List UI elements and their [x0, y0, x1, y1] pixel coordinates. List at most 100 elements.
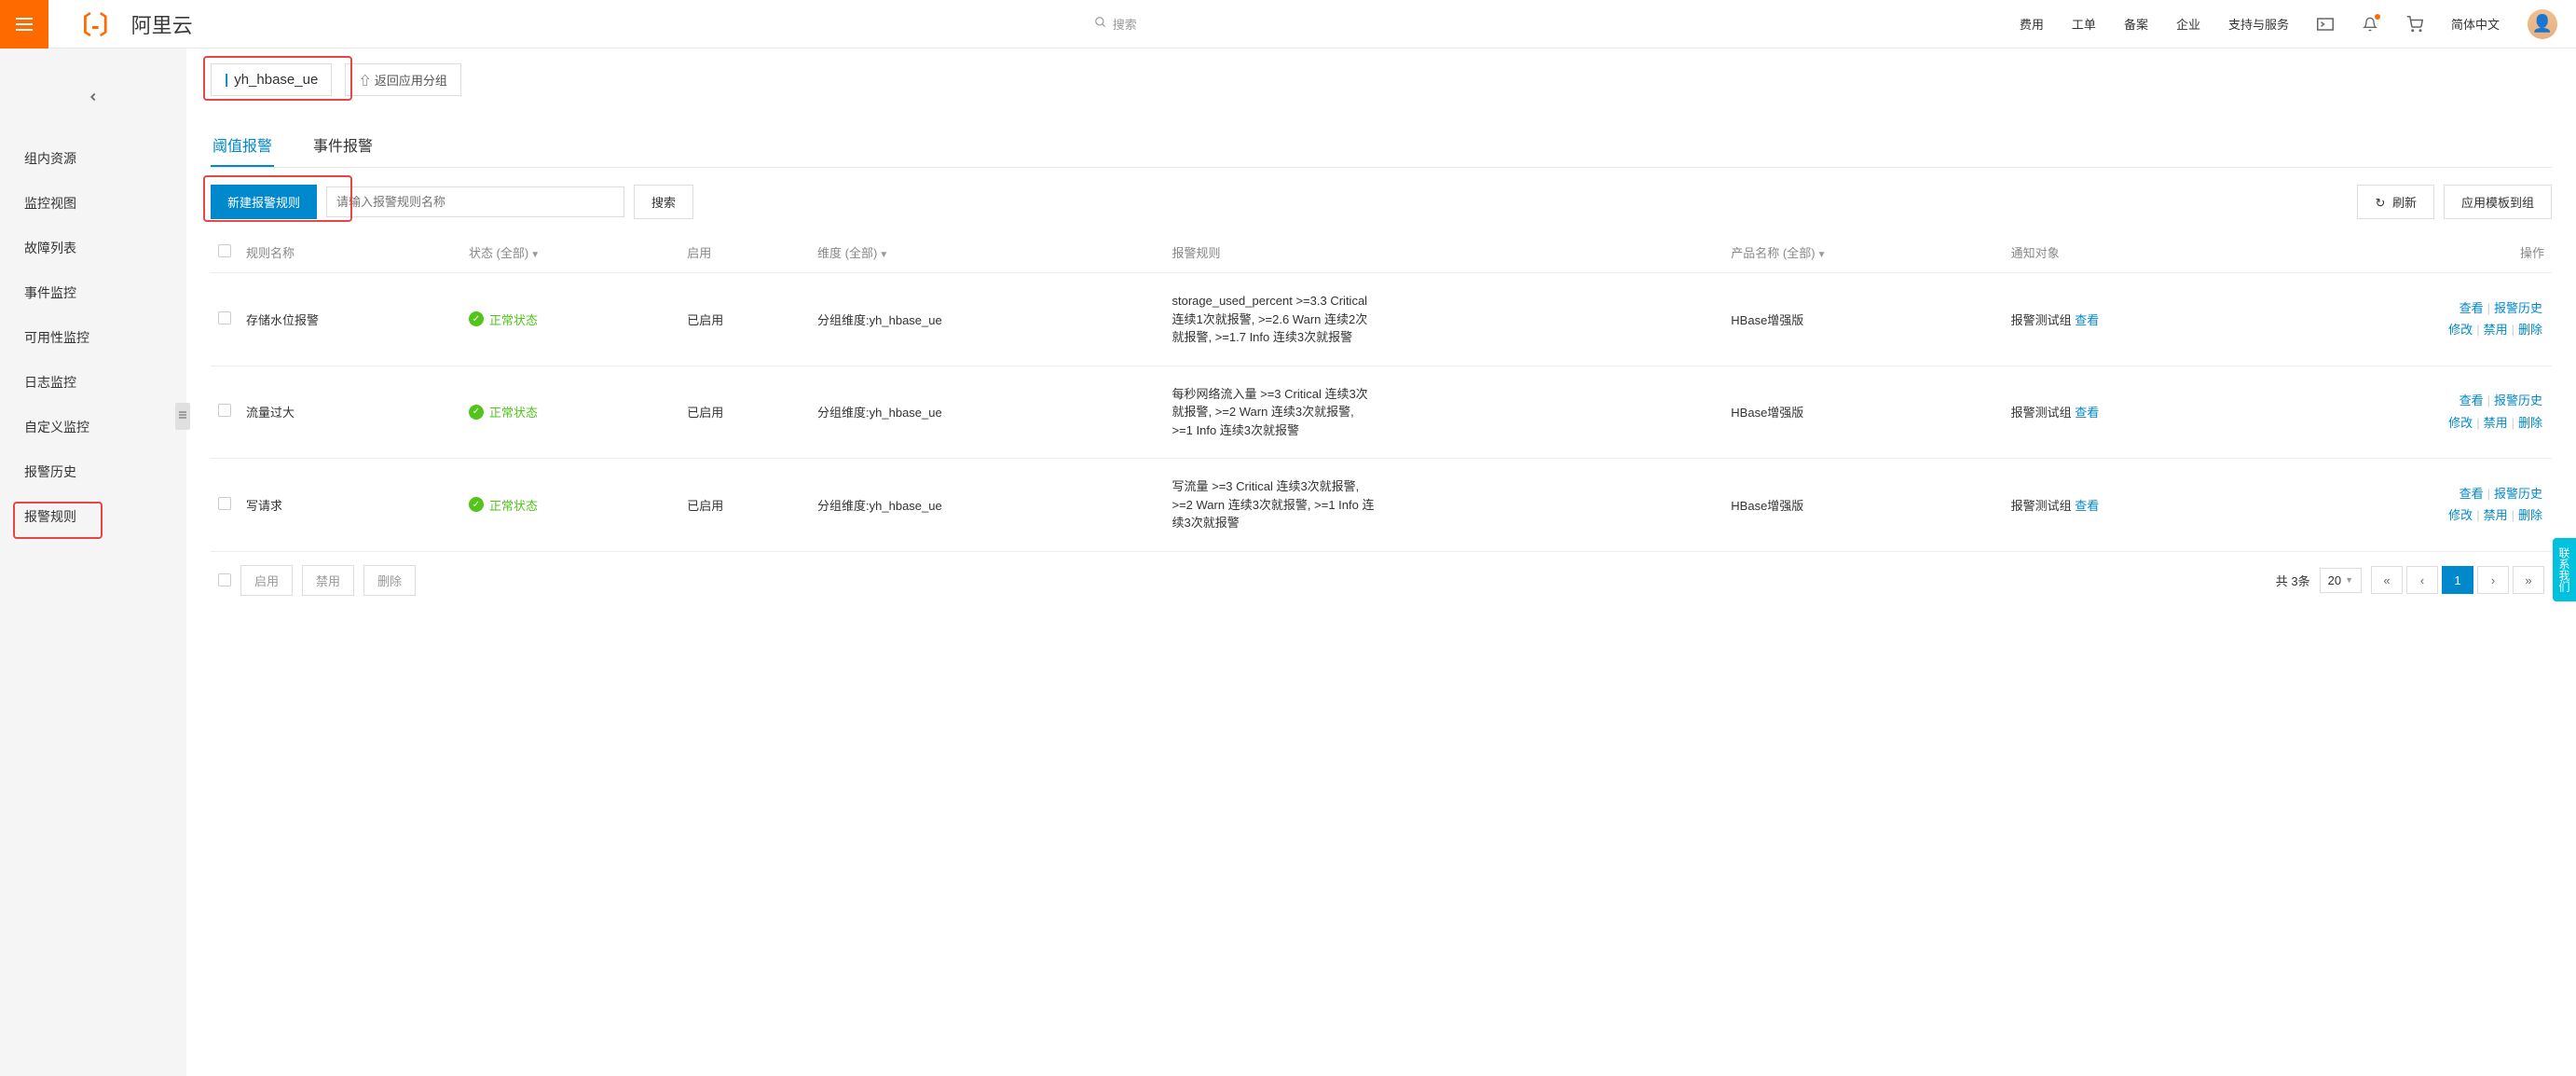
avatar[interactable]: 👤	[2528, 9, 2557, 39]
row-checkbox[interactable]	[218, 497, 231, 510]
apply-template-button[interactable]: 应用模板到组	[2444, 185, 2552, 219]
sidebar-item-availability[interactable]: 可用性监控	[0, 315, 186, 360]
search-button[interactable]: 搜索	[634, 185, 693, 219]
cursor-bar: |	[225, 72, 228, 88]
cell-enabled: 已启用	[679, 459, 810, 552]
page-size-select[interactable]: 20 ▼	[2320, 568, 2362, 593]
action-view[interactable]: 查看	[2460, 487, 2484, 501]
sidebar-back[interactable]	[0, 76, 186, 136]
nav-icp[interactable]: 备案	[2124, 15, 2148, 33]
view-notify-link[interactable]: 查看	[2075, 313, 2099, 327]
logo-text: 阿里云	[131, 9, 193, 39]
nav-billing[interactable]: 费用	[2020, 15, 2044, 33]
action-delete[interactable]: 删除	[2518, 416, 2542, 430]
action-disable[interactable]: 禁用	[2484, 416, 2508, 430]
page-size-value: 20	[2328, 573, 2341, 587]
logo[interactable]: 〔-〕 阿里云	[48, 7, 212, 41]
console-icon[interactable]	[2317, 16, 2334, 33]
sidebar-item-monitor[interactable]: 监控视图	[0, 181, 186, 226]
feedback-tab[interactable]: 联系我们	[2553, 538, 2576, 601]
action-history[interactable]: 报警历史	[2494, 393, 2542, 407]
action-history[interactable]: 报警历史	[2494, 301, 2542, 315]
row-checkbox[interactable]	[218, 404, 231, 417]
cart-icon[interactable]	[2406, 16, 2423, 33]
cell-dimension: 分组维度:yh_hbase_ue	[810, 366, 1164, 459]
cell-dimension: 分组维度:yh_hbase_ue	[810, 459, 1164, 552]
col-product[interactable]: 产品名称 (全部)▼	[1723, 232, 2003, 273]
cell-enabled: 已启用	[679, 366, 810, 459]
footer-select-all-checkbox[interactable]	[218, 573, 231, 586]
row-checkbox[interactable]	[218, 311, 231, 324]
pager-prev[interactable]: ‹	[2406, 566, 2438, 594]
view-notify-link[interactable]: 查看	[2075, 499, 2099, 513]
cell-actions: 查看|报警历史 修改|禁用|删除	[2266, 273, 2552, 366]
nav-enterprise[interactable]: 企业	[2176, 15, 2200, 33]
pager: « ‹ 1 › »	[2371, 566, 2544, 594]
status-text: 正常状态	[489, 310, 538, 328]
select-all-checkbox[interactable]	[218, 244, 231, 257]
batch-delete-button[interactable]: 删除	[363, 565, 416, 596]
language-selector[interactable]: 简体中文	[2451, 15, 2500, 33]
action-modify[interactable]: 修改	[2448, 508, 2473, 522]
group-name-box[interactable]: | yh_hbase_ue	[211, 63, 332, 96]
cell-enabled: 已启用	[679, 273, 810, 366]
action-view[interactable]: 查看	[2460, 301, 2484, 315]
table-row: 存储水位报警 ✓ 正常状态 已启用 分组维度:yh_hbase_ue stora…	[211, 273, 2552, 366]
back-to-groups-button[interactable]: ⇧ 返回应用分组	[345, 63, 461, 96]
cell-product: HBase增强版	[1723, 459, 2003, 552]
rule-search-input[interactable]	[326, 186, 624, 217]
back-button-label: 返回应用分组	[375, 74, 447, 88]
sidebar-item-logs[interactable]: 日志监控	[0, 360, 186, 405]
total-count: 共 3条	[2276, 572, 2310, 589]
table-row: 写请求 ✓ 正常状态 已启用 分组维度:yh_hbase_ue 写流量 >=3 …	[211, 459, 2552, 552]
pager-last[interactable]: »	[2513, 566, 2544, 594]
cell-rule-text: storage_used_percent >=3.3 Critical 连续1次…	[1164, 273, 1723, 366]
sidebar-item-events[interactable]: 事件监控	[0, 270, 186, 315]
action-delete[interactable]: 删除	[2518, 323, 2542, 337]
nav-support[interactable]: 支持与服务	[2228, 15, 2289, 33]
sidebar-item-custom[interactable]: 自定义监控	[0, 405, 186, 449]
cell-product: HBase增强版	[1723, 366, 2003, 459]
cell-rule-name: 写请求	[239, 459, 461, 552]
sidebar-item-resources[interactable]: 组内资源	[0, 136, 186, 181]
cell-rule-name: 流量过大	[239, 366, 461, 459]
cell-actions: 查看|报警历史 修改|禁用|删除	[2266, 366, 2552, 459]
cell-notify: 报警测试组 查看	[2004, 459, 2266, 552]
content: | yh_hbase_ue ⇧ 返回应用分组 阈值报警 事件报警 新建报警规则 …	[186, 48, 2576, 1076]
col-status[interactable]: 状态 (全部)▼	[461, 232, 679, 273]
col-rule-name: 规则名称	[239, 232, 461, 273]
action-history[interactable]: 报警历史	[2494, 487, 2542, 501]
notification-icon[interactable]	[2362, 16, 2378, 33]
pager-next[interactable]: ›	[2477, 566, 2509, 594]
refresh-label: 刷新	[2392, 196, 2417, 210]
global-search[interactable]: 搜索	[1094, 15, 1137, 33]
action-disable[interactable]: 禁用	[2484, 323, 2508, 337]
sidebar-item-rules[interactable]: 报警规则	[0, 494, 186, 539]
pager-page-1[interactable]: 1	[2442, 566, 2473, 594]
action-modify[interactable]: 修改	[2448, 416, 2473, 430]
cell-notify: 报警测试组 查看	[2004, 366, 2266, 459]
action-modify[interactable]: 修改	[2448, 323, 2473, 337]
col-dimension[interactable]: 维度 (全部)▼	[810, 232, 1164, 273]
tab-threshold[interactable]: 阈值报警	[211, 124, 274, 167]
action-delete[interactable]: 删除	[2518, 508, 2542, 522]
batch-disable-button[interactable]: 禁用	[302, 565, 354, 596]
hamburger-menu[interactable]	[0, 0, 48, 48]
batch-enable-button[interactable]: 启用	[240, 565, 293, 596]
col-notify: 通知对象	[2004, 232, 2266, 273]
action-disable[interactable]: 禁用	[2484, 508, 2508, 522]
sidebar-collapse-icon[interactable]	[175, 403, 190, 430]
view-notify-link[interactable]: 查看	[2075, 406, 2099, 420]
check-icon: ✓	[469, 497, 484, 512]
pager-first[interactable]: «	[2371, 566, 2403, 594]
col-actions: 操作	[2266, 232, 2552, 273]
sidebar-item-history[interactable]: 报警历史	[0, 449, 186, 494]
tab-event[interactable]: 事件报警	[311, 124, 375, 167]
sidebar-item-faults[interactable]: 故障列表	[0, 226, 186, 270]
cell-status: ✓ 正常状态	[461, 273, 679, 366]
check-icon: ✓	[469, 405, 484, 420]
nav-ticket[interactable]: 工单	[2072, 15, 2096, 33]
new-rule-button[interactable]: 新建报警规则	[211, 185, 317, 219]
action-view[interactable]: 查看	[2460, 393, 2484, 407]
refresh-button[interactable]: ↻ 刷新	[2357, 185, 2434, 219]
